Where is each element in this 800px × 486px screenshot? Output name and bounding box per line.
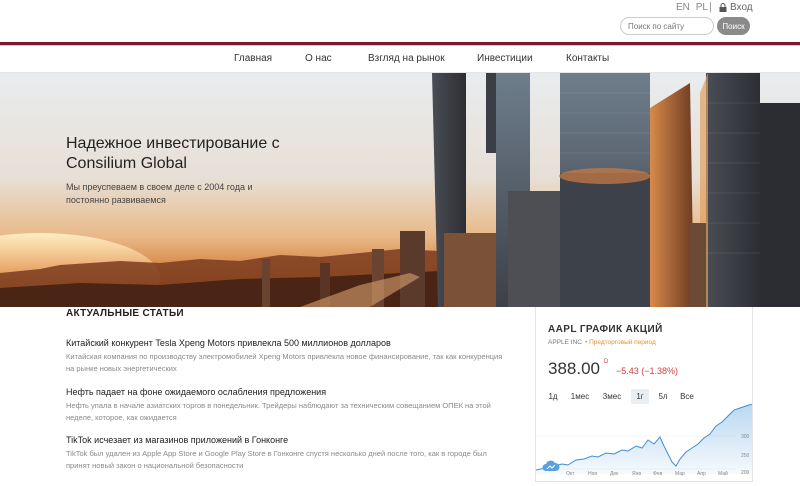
x-axis-label: Апр [697, 471, 706, 477]
main-nav: Главная О нас Взгляд на рынок Инвестиции… [0, 46, 800, 73]
price-area [536, 404, 752, 474]
nav-item-investments[interactable]: Инвестиции [477, 53, 533, 64]
login-label: Вход [730, 2, 753, 13]
login-link[interactable]: Вход [719, 2, 753, 13]
articles-heading: АКТУАЛЬНЫЕ СТАТЬИ [66, 308, 184, 319]
nav-item-home[interactable]: Главная [234, 53, 272, 64]
range-3m[interactable]: 3мес [598, 389, 626, 404]
range-5y[interactable]: 5л [654, 389, 672, 404]
market-status: • Предторговый период [585, 339, 656, 346]
divider: | [709, 1, 712, 13]
nav-item-market-view[interactable]: Взгляд на рынок [368, 53, 445, 64]
language-switcher: EN PL [676, 2, 711, 13]
article-excerpt: Китайская компания по производству элект… [66, 352, 503, 373]
y-axis-label: 300 [741, 434, 750, 440]
stock-company-name: APPLE INC [548, 339, 582, 346]
lang-pl-link[interactable]: PL [696, 2, 708, 13]
price-change: −5.43 (−1.38%) [616, 366, 679, 376]
x-axis-label: Мар [675, 471, 685, 477]
stock-price-chart[interactable] [536, 404, 754, 474]
x-axis-label: Янв [632, 471, 642, 477]
search-button[interactable]: Поиск [717, 17, 750, 35]
lock-icon [719, 3, 727, 12]
top-utility-bar: EN PL | Вход Поиск [0, 0, 800, 42]
article-item[interactable]: Китайский конкурент Tesla Xpeng Motors п… [66, 337, 506, 375]
range-1m[interactable]: 1мес [566, 389, 594, 404]
article-item[interactable]: TikTok исчезает из магазинов приложений … [66, 434, 506, 472]
price-delayed-marker: D [604, 359, 609, 365]
x-axis-label: Ноя [588, 471, 598, 477]
y-axis-label: 250 [741, 453, 750, 459]
stock-widget-title: AAPL ГРАФИК АКЦИЙ [548, 324, 663, 335]
nav-item-about[interactable]: О нас [305, 53, 332, 64]
x-axis-label: Фев [653, 471, 663, 477]
nav-item-contacts[interactable]: Контакты [566, 53, 609, 64]
article-title[interactable]: Нефть падает на фоне ожидаемого ослаблен… [66, 386, 506, 398]
x-axis-label: Окт [566, 471, 575, 477]
x-axis-label: Дек [610, 471, 619, 477]
stock-price: 388.00 [548, 359, 600, 378]
range-all[interactable]: Все [676, 389, 698, 404]
x-axis-label: Май [718, 471, 728, 477]
stock-widget: AAPL ГРАФИК АКЦИЙ APPLE INC • Предторгов… [535, 307, 753, 482]
hero-title: Надежное инвестирование с Consilium Glob… [66, 135, 280, 172]
range-1d[interactable]: 1д [544, 389, 562, 404]
article-title[interactable]: Китайский конкурент Tesla Xpeng Motors п… [66, 337, 506, 349]
article-title[interactable]: TikTok исчезает из магазинов приложений … [66, 434, 506, 446]
y-axis-label: 200 [741, 470, 750, 476]
article-item[interactable]: Нефть падает на фоне ожидаемого ослаблен… [66, 386, 506, 424]
hero-banner: Надежное инвестирование с Consilium Glob… [0, 73, 800, 307]
article-excerpt: TikTok был удален из Apple App Store и G… [66, 449, 487, 470]
hero-subtitle: Мы преуспеваем в своем деле с 2004 года … [66, 182, 253, 205]
search-input[interactable] [620, 17, 714, 35]
range-1y[interactable]: 1г [631, 389, 649, 404]
article-excerpt: Нефть упала в начале азиатских торгов в … [66, 401, 491, 422]
lang-en-link[interactable]: EN [676, 2, 690, 13]
cloud-logo-icon [542, 460, 560, 471]
